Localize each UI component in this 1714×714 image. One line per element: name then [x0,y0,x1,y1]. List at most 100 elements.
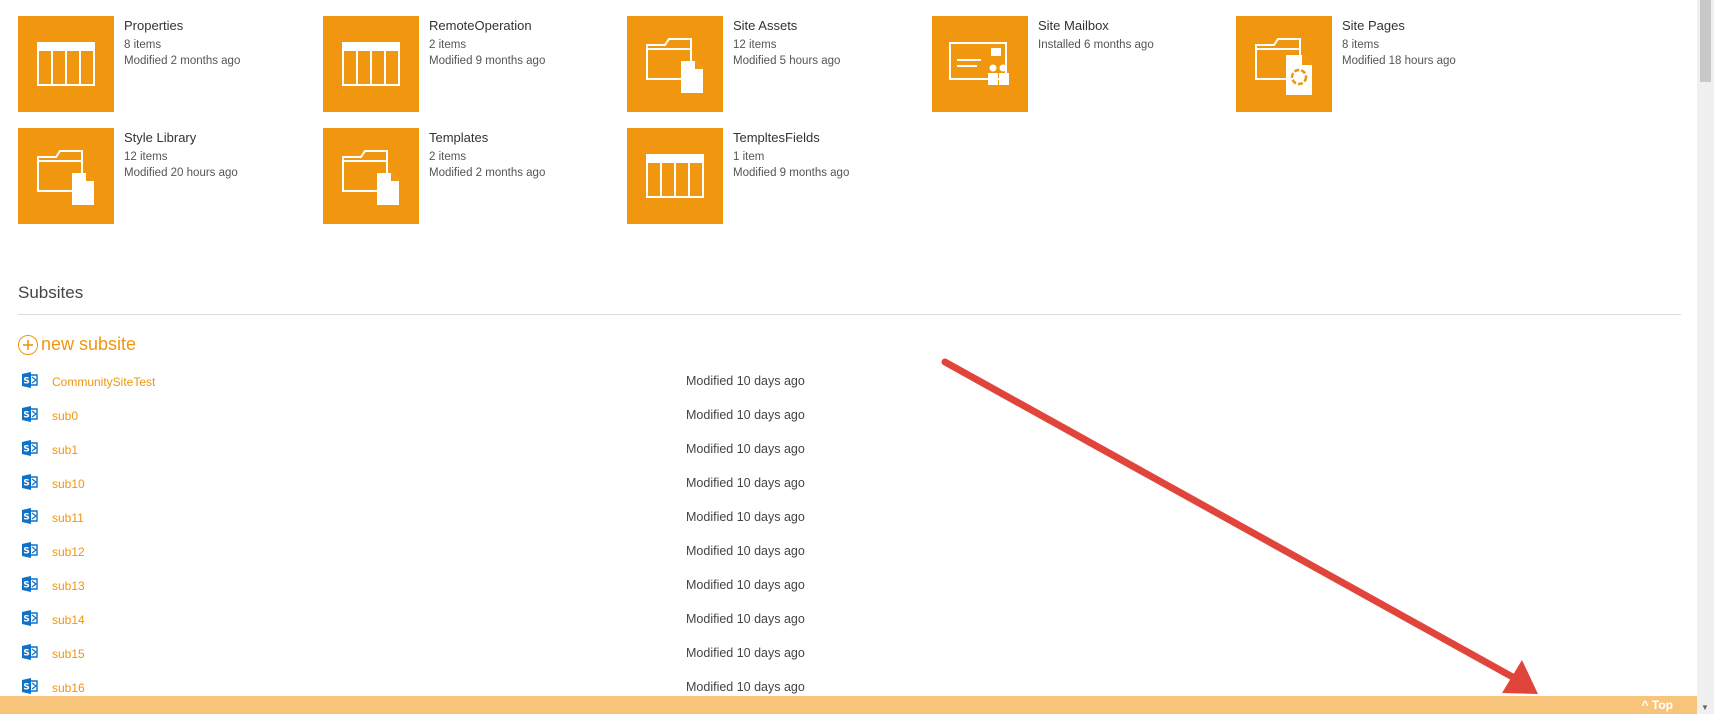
subsite-list: S CommunitySiteTest Modified 10 days ago… [20,372,920,712]
subsite-modified: Modified 10 days ago [686,476,805,490]
sharepoint-site-icon: S [22,610,38,626]
folder-page-icon [1236,16,1332,112]
list-icon [323,16,419,112]
tile-style-library[interactable]: Style Library 12 items Modified 20 hours… [18,128,318,224]
subsites-heading: Subsites [18,283,84,302]
subsite-link[interactable]: sub13 [52,579,85,593]
tile-site-assets[interactable]: Site Assets 12 items Modified 5 hours ag… [627,16,927,112]
subsite-link[interactable]: CommunitySiteTest [52,375,155,389]
sharepoint-site-icon: S [22,576,38,592]
tile-modified: Modified 9 months ago [733,167,850,179]
tile-modified: Modified 18 hours ago [1342,55,1456,67]
subsite-modified: Modified 10 days ago [686,578,805,592]
tile-title[interactable]: Site Pages [1342,18,1456,34]
new-subsite-label: new subsite [41,334,137,354]
folder-doc-icon [323,128,419,224]
vertical-scrollbar[interactable]: ▼ [1697,0,1714,714]
libraries-tiles: Properties 8 items Modified 2 months ago… [18,16,1678,240]
bottom-bar: ^ Top [0,696,1697,714]
subsite-link[interactable]: sub14 [52,613,85,627]
svg-text:S: S [23,377,29,387]
subsite-link[interactable]: sub16 [52,681,85,695]
subsite-modified: Modified 10 days ago [686,612,805,626]
sharepoint-site-icon: S [22,508,38,524]
list-item: S sub0 Modified 10 days ago [20,406,920,440]
tile-row-1: Properties 8 items Modified 2 months ago… [18,16,1678,128]
tile-templates[interactable]: Templates 2 items Modified 2 months ago [323,128,623,224]
svg-text:S: S [23,513,29,523]
tile-title[interactable]: Properties [124,18,240,34]
folder-doc-icon [18,128,114,224]
tile-item-count: 2 items [429,39,467,51]
tile-site-mailbox[interactable]: Site Mailbox Installed 6 months ago [932,16,1232,112]
svg-text:S: S [23,615,29,625]
list-item: S sub1 Modified 10 days ago [20,440,920,474]
list-item: S sub15 Modified 10 days ago [20,644,920,678]
subsite-modified: Modified 10 days ago [686,374,805,388]
list-item: S sub14 Modified 10 days ago [20,610,920,644]
sharepoint-site-icon: S [22,644,38,660]
tile-title[interactable]: TempltesFields [733,130,849,146]
tile-item-count: 8 items [124,39,162,51]
svg-text:S: S [23,581,29,591]
tile-properties[interactable]: Properties 8 items Modified 2 months ago [18,16,318,112]
tile-modified: Modified 20 hours ago [124,167,238,179]
list-icon [18,16,114,112]
list-item: S sub12 Modified 10 days ago [20,542,920,576]
tile-modified: Modified 2 months ago [429,167,546,179]
svg-text:S: S [23,445,29,455]
new-subsite-button[interactable]: new subsite [18,334,136,355]
subsite-link[interactable]: sub12 [52,545,85,559]
tile-title[interactable]: Style Library [124,130,238,146]
section-divider [18,314,1681,315]
tile-item-count: 12 items [733,39,777,51]
list-item: S sub10 Modified 10 days ago [20,474,920,508]
mailbox-icon [932,16,1028,112]
svg-text:S: S [23,683,29,693]
sharepoint-site-icon: S [22,372,38,388]
sharepoint-site-icon: S [22,440,38,456]
subsite-link[interactable]: sub11 [52,511,84,525]
sharepoint-site-icon: S [22,406,38,422]
subsite-link[interactable]: sub10 [52,477,85,491]
back-to-top-link[interactable]: ^ Top [1642,698,1673,712]
tile-item-count: 12 items [124,151,168,163]
tile-title[interactable]: RemoteOperation [429,18,545,34]
sharepoint-site-icon: S [22,678,38,694]
plus-circle-icon [18,334,38,355]
arrow-shaft [941,358,1522,684]
tile-item-count: 8 items [1342,39,1380,51]
list-icon [627,128,723,224]
tile-installed: Installed 6 months ago [1038,39,1154,51]
tile-item-count: 1 item [733,151,765,163]
list-item: S sub13 Modified 10 days ago [20,576,920,610]
scroll-down-arrow-icon[interactable]: ▼ [1701,703,1709,712]
tile-modified: Modified 2 months ago [124,55,241,67]
subsite-modified: Modified 10 days ago [686,544,805,558]
tile-title[interactable]: Templates [429,130,545,146]
tile-title[interactable]: Site Mailbox [1038,18,1154,34]
tile-modified: Modified 5 hours ago [733,55,841,67]
tile-title[interactable]: Site Assets [733,18,840,34]
subsite-modified: Modified 10 days ago [686,442,805,456]
list-item: S CommunitySiteTest Modified 10 days ago [20,372,920,406]
subsite-link[interactable]: sub0 [52,409,78,423]
subsite-modified: Modified 10 days ago [686,680,805,694]
tile-site-pages[interactable]: Site Pages 8 items Modified 18 hours ago [1236,16,1536,112]
subsite-link[interactable]: sub15 [52,647,85,661]
svg-text:S: S [23,479,29,489]
subsite-modified: Modified 10 days ago [686,646,805,660]
subsite-modified: Modified 10 days ago [686,510,805,524]
subsite-link[interactable]: sub1 [52,443,78,457]
tile-modified: Modified 9 months ago [429,55,546,67]
arrow-head [1502,660,1538,694]
tile-templtesfields[interactable]: TempltesFields 1 item Modified 9 months … [627,128,927,224]
svg-text:S: S [23,547,29,557]
svg-text:S: S [23,649,29,659]
tile-remoteoperation[interactable]: RemoteOperation 2 items Modified 9 month… [323,16,623,112]
tile-row-2: Style Library 12 items Modified 20 hours… [18,128,1678,240]
tile-item-count: 2 items [429,151,467,163]
subsite-modified: Modified 10 days ago [686,408,805,422]
scrollbar-thumb[interactable] [1700,0,1711,82]
sharepoint-site-icon: S [22,542,38,558]
